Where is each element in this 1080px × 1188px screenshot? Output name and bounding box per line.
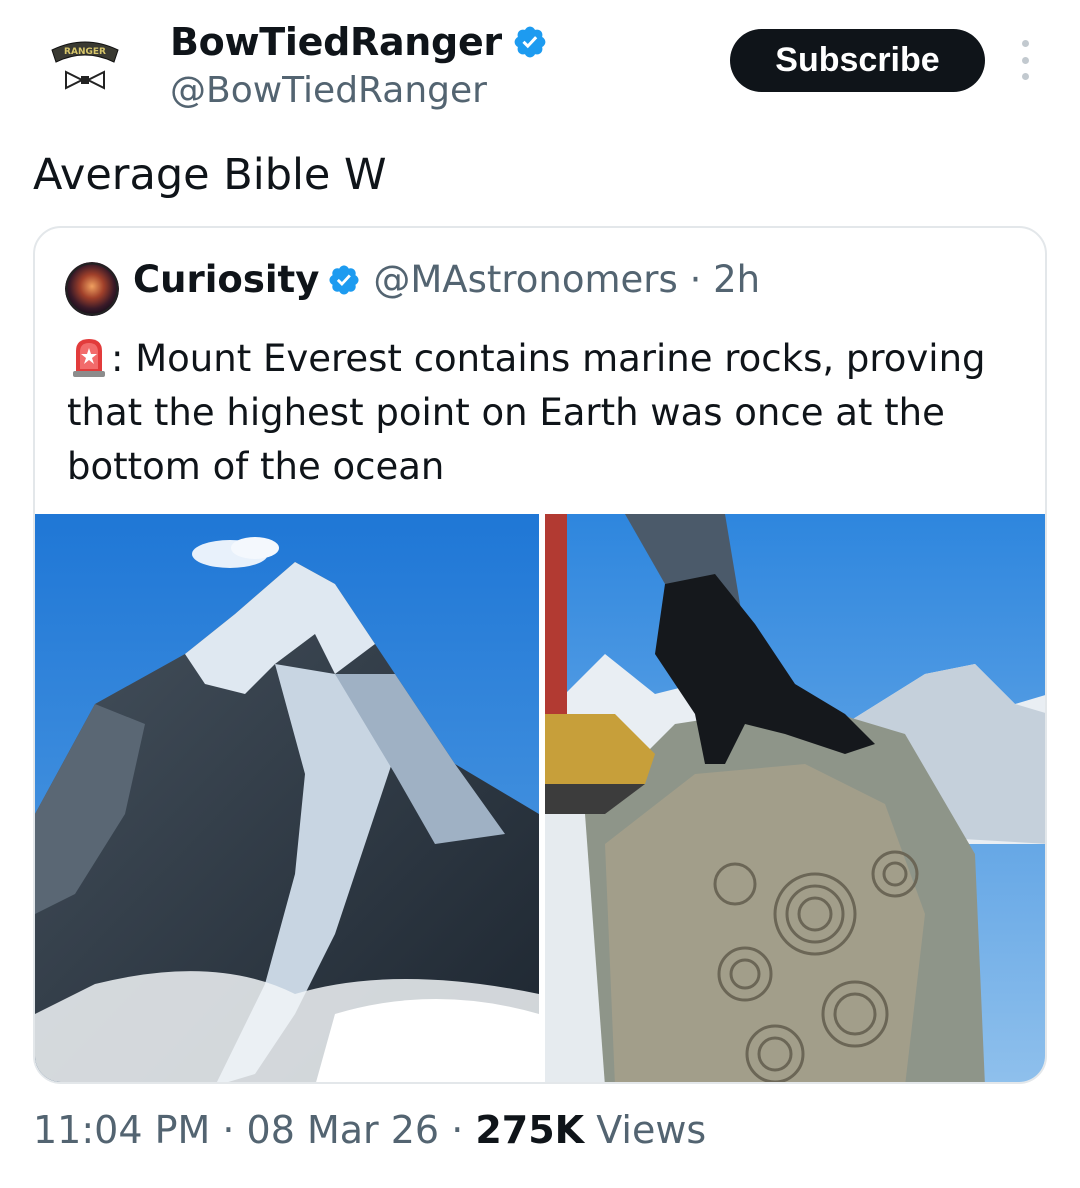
quoted-time[interactable]: 2h xyxy=(713,258,760,301)
author-name[interactable]: BowTiedRanger xyxy=(170,20,502,64)
tweet-time[interactable]: 11:04 PM xyxy=(33,1108,210,1152)
tweet-date[interactable]: 08 Mar 26 xyxy=(247,1108,440,1152)
quoted-text-block: : Mount Everest contains marine rocks, p… xyxy=(67,332,1027,494)
quoted-header: Curiosity @MAstronomers · 2h xyxy=(133,258,760,301)
avatar-tab-text: RANGER xyxy=(64,47,106,57)
quoted-name[interactable]: Curiosity xyxy=(133,258,319,301)
author-name-row[interactable]: BowTiedRanger xyxy=(170,20,548,64)
quoted-text: : Mount Everest contains marine rocks, p… xyxy=(67,337,986,488)
rotating-light-icon xyxy=(73,339,105,377)
quoted-separator: · xyxy=(689,258,702,301)
snowy-mountain-peak-photo[interactable] xyxy=(35,514,539,1084)
subscribe-button[interactable]: Subscribe xyxy=(730,29,985,92)
footer-separator: · xyxy=(439,1108,476,1152)
views-count[interactable]: 275K xyxy=(475,1108,584,1152)
verified-badge-icon xyxy=(514,26,546,58)
verified-badge-icon xyxy=(329,264,359,295)
tweet-text: Average Bible W xyxy=(33,150,387,200)
quoted-avatar[interactable] xyxy=(65,262,119,316)
footer-separator: · xyxy=(210,1108,247,1152)
more-vertical-icon[interactable] xyxy=(1010,40,1040,80)
ranger-bowtie-logo: RANGER xyxy=(51,41,119,90)
tweet-footer: 11:04 PM · 08 Mar 26 · 275K Views xyxy=(33,1108,706,1152)
quoted-media[interactable] xyxy=(35,514,1047,1084)
gloved-hand-on-ammonite-fossil-rock-photo[interactable] xyxy=(545,514,1047,1084)
quoted-tweet[interactable]: Curiosity @MAstronomers · 2h : Mount Eve… xyxy=(33,226,1047,1084)
author-handle[interactable]: @BowTiedRanger xyxy=(170,70,487,111)
author-avatar[interactable]: RANGER xyxy=(48,36,122,100)
nebula-avatar-image xyxy=(65,262,119,316)
quoted-handle[interactable]: @MAstronomers xyxy=(373,258,677,301)
views-label: Views xyxy=(584,1108,707,1152)
